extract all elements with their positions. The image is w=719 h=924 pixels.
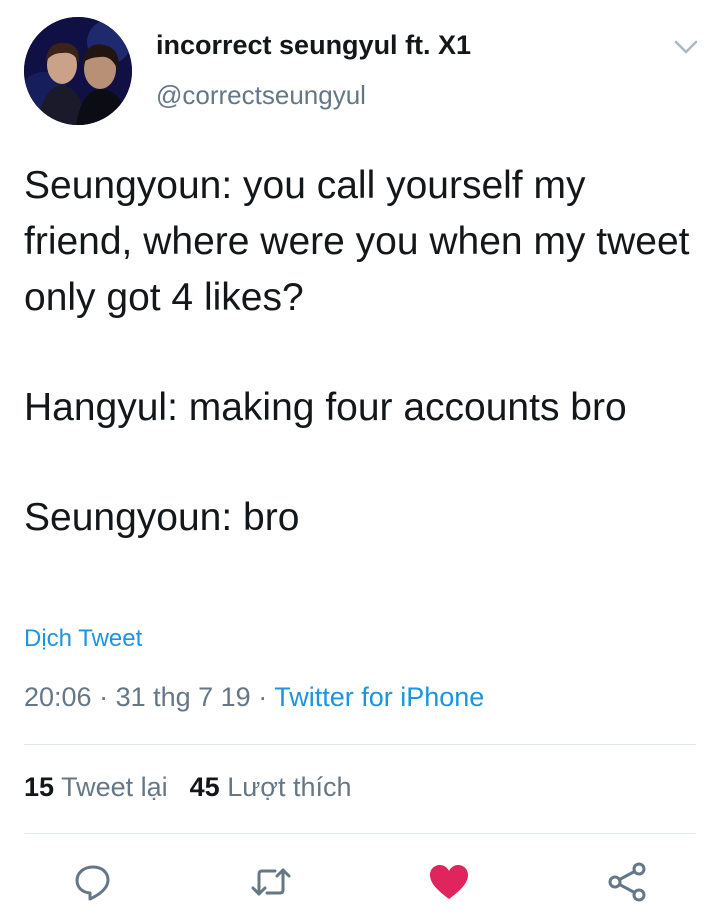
tweet-text: Seungyoun: you call yourself my friend, … [24,158,694,600]
tweet-date: 31 thg 7 19 [115,682,251,712]
tweet-paragraph: Seungyoun: you call yourself my friend, … [24,164,690,319]
retweet-button[interactable] [249,860,293,904]
avatar-photo [24,17,132,125]
tweet-paragraph: Hangyul: making four accounts bro [24,386,627,429]
retweet-icon [251,868,291,896]
display-name[interactable]: incorrect seungyul ft. X1 [156,30,471,61]
like-button[interactable] [427,860,471,904]
meta-separator: · [91,682,116,712]
reply-icon [75,865,110,901]
tweet-meta: 20:06 · 31 thg 7 19 · Twitter for iPhone [24,682,484,713]
likes-stat[interactable]: 45 Lượt thích [190,772,352,802]
retweets-stat[interactable]: 15 Tweet lại [24,772,168,802]
chevron-down-icon[interactable] [671,36,701,58]
translate-tweet-link[interactable]: Dịch Tweet [24,625,142,653]
likes-label: Lượt thích [227,772,352,802]
share-button[interactable] [605,860,649,904]
reply-button[interactable] [71,860,115,904]
meta-separator: · [250,682,275,712]
divider [24,744,696,745]
divider [24,833,696,834]
heart-icon [430,865,468,899]
share-icon [608,862,646,902]
user-handle[interactable]: @correctseungyul [156,80,366,111]
retweets-label: Tweet lại [61,772,168,802]
avatar[interactable] [24,17,132,125]
likes-count: 45 [189,772,220,802]
tweet-stats: 15 Tweet lại 45 Lượt thích [24,772,352,803]
tweet-time: 20:06 [24,682,92,712]
retweets-count: 15 [24,772,55,802]
tweet-paragraph: Seungyoun: bro [24,496,300,539]
tweet-source-link[interactable]: Twitter for iPhone [274,682,484,712]
